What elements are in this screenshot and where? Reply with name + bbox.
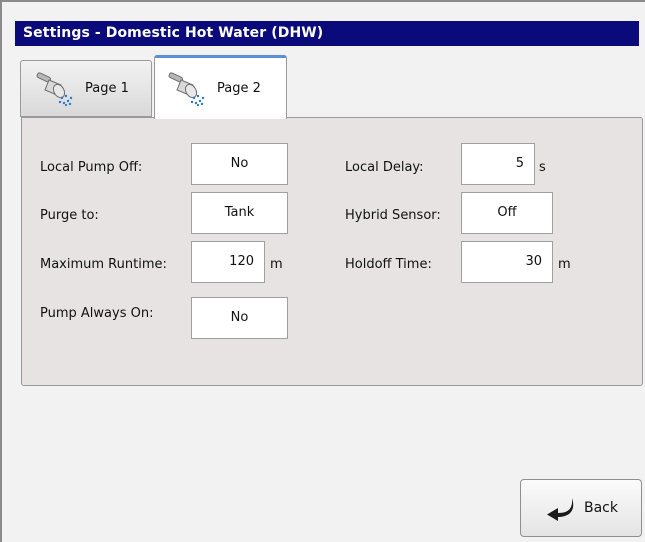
holdoff-time-unit: m	[558, 257, 571, 272]
return-arrow-icon	[547, 498, 574, 521]
local-delay-field[interactable]: 5	[461, 143, 535, 185]
purge-to-field[interactable]: Tank	[191, 192, 288, 234]
tab-label: Page 1	[85, 81, 129, 96]
purge-to-label: Purge to:	[40, 208, 99, 223]
hybrid-sensor-label: Hybrid Sensor:	[345, 208, 441, 223]
maximum-runtime-label: Maximum Runtime:	[40, 257, 167, 272]
settings-panel: Local Pump Off: No Purge to: Tank Maximu…	[21, 117, 643, 386]
shower-head-icon	[168, 71, 205, 106]
holdoff-time-field[interactable]: 30	[461, 241, 553, 283]
window-title: Settings - Domestic Hot Water (DHW)	[15, 21, 639, 46]
holdoff-time-label: Holdoff Time:	[345, 257, 432, 272]
hybrid-sensor-field[interactable]: Off	[461, 192, 553, 234]
local-delay-label: Local Delay:	[345, 160, 424, 175]
settings-window: Settings - Domestic Hot Water (DHW) Page…	[0, 0, 645, 542]
tab-page-1[interactable]: Page 1	[20, 60, 152, 117]
local-delay-unit: s	[539, 160, 546, 175]
pump-always-on-label: Pump Always On:	[40, 306, 154, 321]
back-button[interactable]: Back	[520, 479, 642, 537]
back-button-label: Back	[584, 500, 618, 516]
pump-always-on-field[interactable]: No	[191, 297, 288, 339]
local-pump-off-label: Local Pump Off:	[40, 160, 143, 175]
maximum-runtime-unit: m	[270, 257, 283, 272]
local-pump-off-field[interactable]: No	[191, 143, 288, 185]
shower-head-icon	[36, 71, 73, 106]
maximum-runtime-field[interactable]: 120	[191, 241, 265, 283]
tab-label: Page 2	[217, 81, 261, 96]
tab-page-2[interactable]: Page 2	[154, 55, 287, 119]
